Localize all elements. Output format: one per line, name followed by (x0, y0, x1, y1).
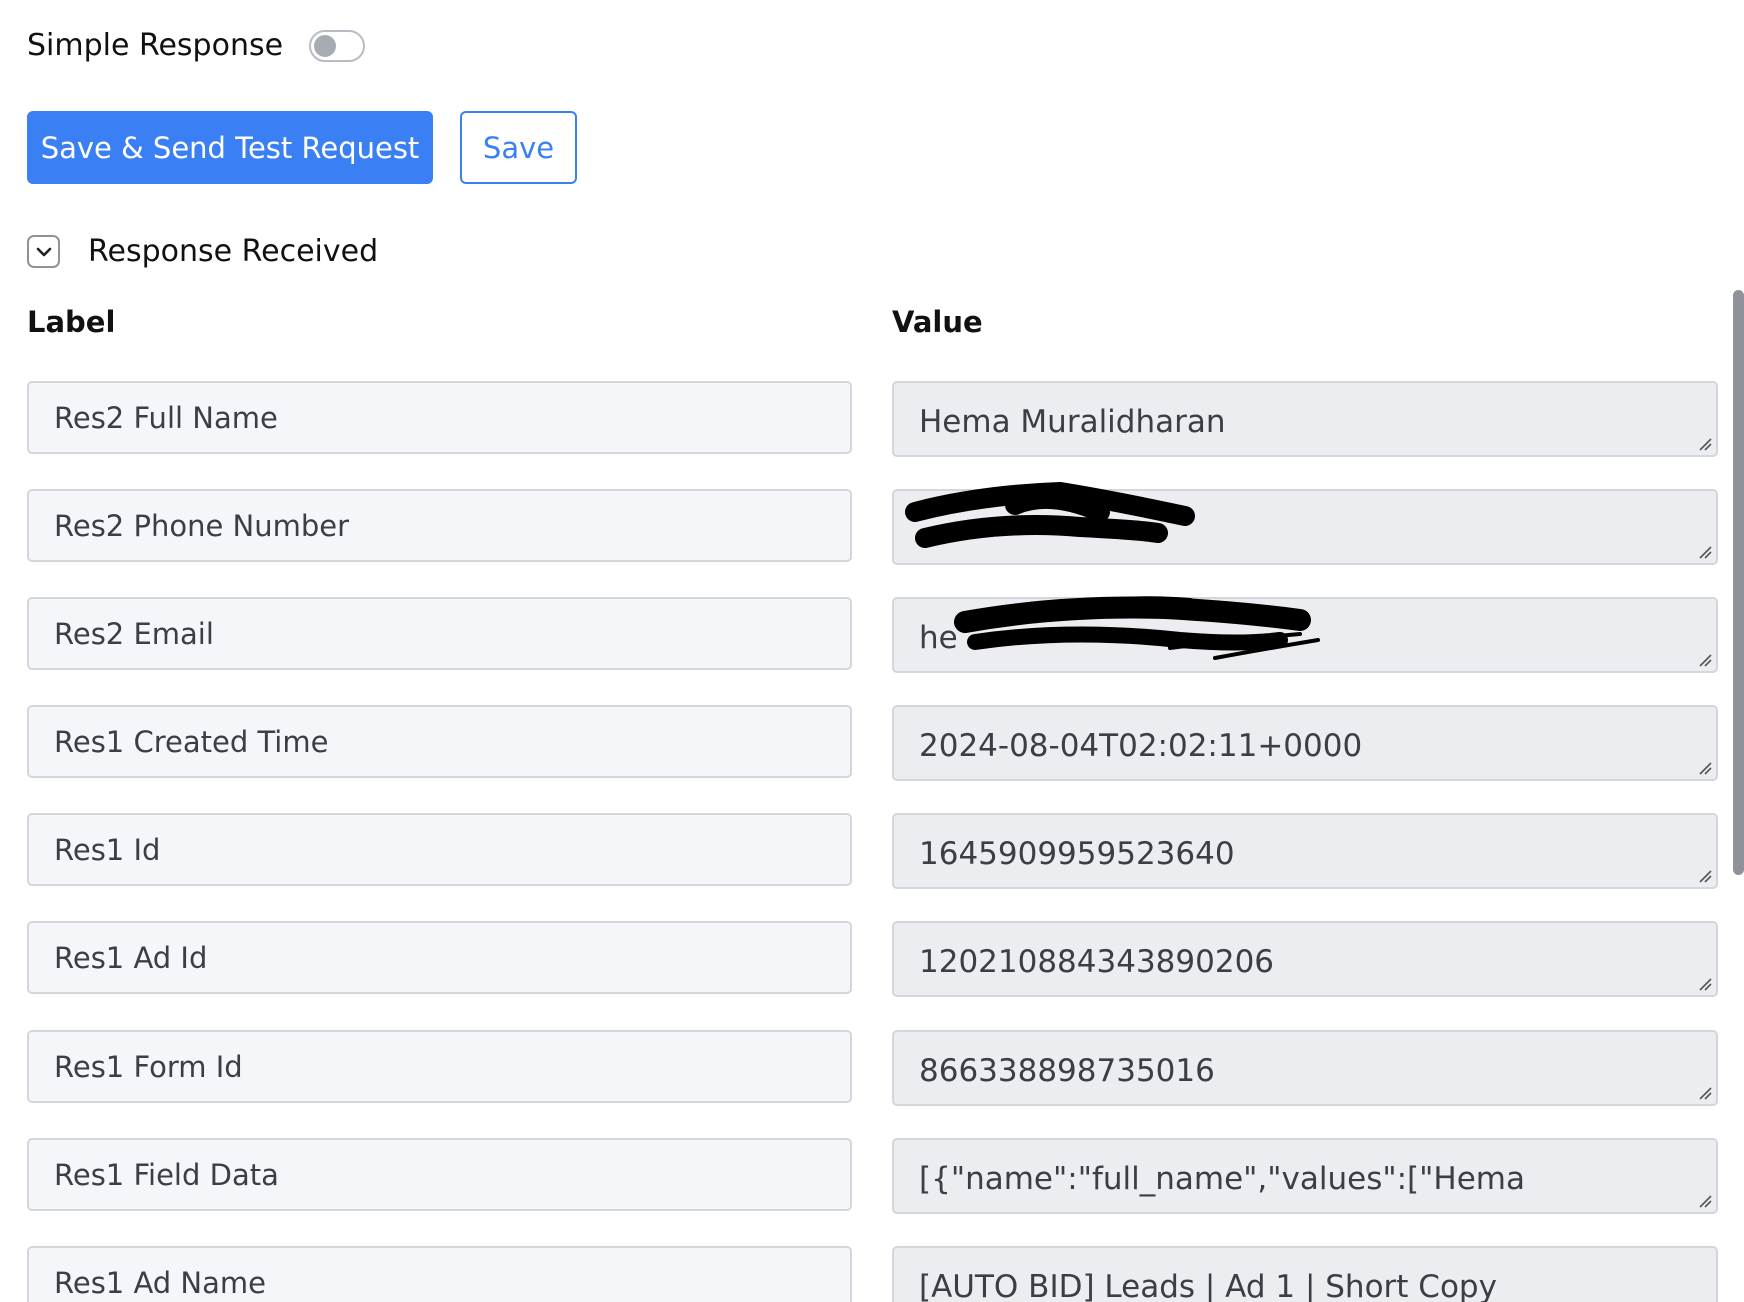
simple-response-toggle[interactable] (309, 29, 366, 62)
value-text: 2024-08-04T02:02:11+0000 (919, 728, 1363, 764)
simple-response-row: Simple Response (27, 28, 366, 63)
value-field[interactable]: 120210884343890206 (892, 921, 1718, 997)
value-field[interactable]: [{"name":"full_name","values":["Hema (892, 1138, 1718, 1214)
label-field[interactable]: Res2 Phone Number (27, 489, 852, 562)
response-settings-page: Simple Response Save & Send Test Request… (0, 0, 1744, 1302)
value-field[interactable]: 1645909959523640 (892, 813, 1718, 889)
resize-handle-icon[interactable] (1698, 1194, 1712, 1208)
label-field[interactable]: Res1 Form Id (27, 1030, 852, 1103)
value-field[interactable]: 866338898735016 (892, 1030, 1718, 1106)
toggle-switch-icon (314, 34, 337, 57)
value-text: 1645909959523640 (919, 836, 1235, 872)
resize-handle-icon[interactable] (1698, 761, 1712, 775)
response-received-title: Response Received (88, 234, 379, 269)
value-text: 120210884343890206 (919, 944, 1275, 980)
response-received-header: Response Received (27, 234, 378, 269)
simple-response-label: Simple Response (27, 28, 284, 63)
value-text: 866338898735016 (919, 1053, 1215, 1089)
value-text: Hema Muralidharan (919, 404, 1226, 440)
resize-handle-icon[interactable] (1698, 545, 1712, 559)
resize-handle-icon[interactable] (1698, 869, 1712, 883)
save-button[interactable]: Save (460, 111, 577, 184)
response-received-toggle[interactable] (27, 235, 60, 268)
label-field[interactable]: Res1 Ad Name (27, 1246, 852, 1302)
label-field[interactable]: Res1 Ad Id (27, 921, 852, 994)
value-field[interactable] (892, 489, 1718, 565)
value-column-header: Value (892, 305, 983, 339)
value-field[interactable]: Hema Muralidharan (892, 381, 1718, 457)
resize-handle-icon[interactable] (1698, 653, 1712, 667)
label-field[interactable]: Res1 Created Time (27, 705, 852, 778)
label-field[interactable]: Res2 Full Name (27, 381, 852, 454)
label-field[interactable]: Res1 Id (27, 813, 852, 886)
resize-handle-icon[interactable] (1698, 977, 1712, 991)
value-text: [{"name":"full_name","values":["Hema (919, 1161, 1525, 1197)
chevron-down-icon (36, 247, 51, 256)
resize-handle-icon[interactable] (1698, 1086, 1712, 1100)
scrollbar-thumb[interactable] (1733, 290, 1744, 875)
label-field[interactable]: Res2 Email (27, 597, 852, 670)
value-field[interactable]: [AUTO BID] Leads | Ad 1 | Short Copy (892, 1246, 1718, 1302)
value-field[interactable]: he (892, 597, 1718, 673)
label-column-header: Label (27, 305, 116, 339)
value-text: [AUTO BID] Leads | Ad 1 | Short Copy (919, 1269, 1497, 1302)
label-field[interactable]: Res1 Field Data (27, 1138, 852, 1211)
value-text: he (919, 620, 958, 656)
resize-handle-icon[interactable] (1698, 437, 1712, 451)
value-field[interactable]: 2024-08-04T02:02:11+0000 (892, 705, 1718, 781)
save-and-send-test-request-button[interactable]: Save & Send Test Request (27, 111, 433, 184)
